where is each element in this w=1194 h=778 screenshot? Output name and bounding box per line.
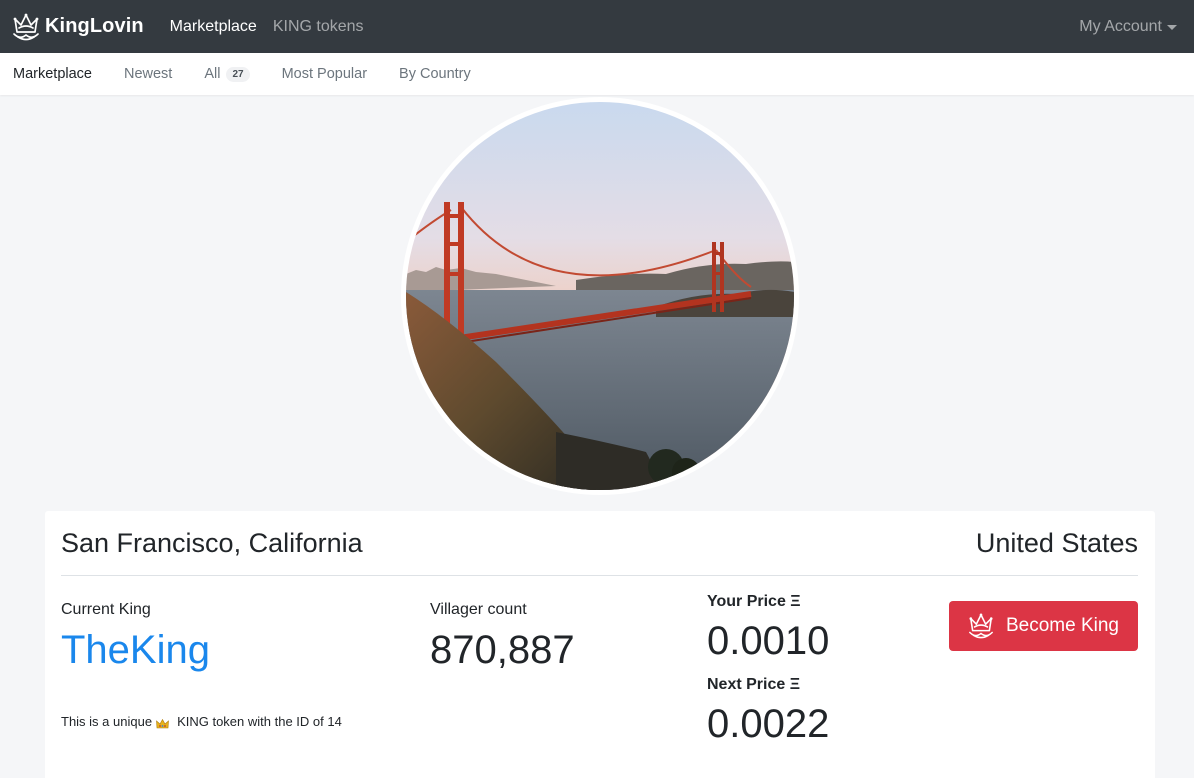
nav-king-tokens[interactable]: KING tokens	[273, 18, 364, 36]
subnav-by-country[interactable]: By Country	[399, 66, 471, 82]
current-king-label: Current King	[61, 601, 151, 618]
crown-icon	[12, 12, 40, 42]
description-prefix: This is a unique	[61, 714, 153, 729]
next-price-label: Next Price Ξ	[707, 676, 801, 693]
brand-logo-link[interactable]: KingLovin	[12, 12, 144, 42]
description-suffix: KING token with the ID of 14	[177, 714, 342, 729]
become-king-button[interactable]: Become King	[949, 601, 1138, 651]
all-count-badge: 27	[226, 66, 250, 82]
sub-navbar: Marketplace Newest All 27 Most Popular B…	[0, 53, 1194, 95]
current-king-link[interactable]: TheKing	[61, 628, 210, 673]
subnav-most-popular[interactable]: Most Popular	[282, 66, 367, 82]
your-price: 0.0010	[707, 619, 830, 663]
villager-count-label: Villager count	[430, 601, 527, 618]
brand-name: KingLovin	[45, 15, 144, 37]
your-price-label: Your Price Ξ	[707, 593, 801, 610]
next-price: 0.0022	[707, 702, 830, 746]
top-navbar: KingLovin Marketplace KING tokens My Acc…	[0, 0, 1194, 53]
subnav-marketplace[interactable]: Marketplace	[13, 66, 92, 82]
token-description: This is a unique KING token with the ID …	[61, 714, 342, 729]
subnav-all[interactable]: All 27	[204, 66, 250, 82]
subnav-newest[interactable]: Newest	[124, 66, 172, 82]
token-card: San Francisco, California United States …	[45, 511, 1155, 778]
my-account-dropdown[interactable]: My Account	[1079, 18, 1177, 36]
caret-down-icon	[1167, 25, 1177, 30]
crown-icon	[968, 612, 994, 640]
golden-gate-bridge-photo	[406, 102, 794, 490]
card-header: San Francisco, California United States	[61, 511, 1138, 576]
crown-emoji-icon	[156, 717, 169, 728]
villager-count: 870,887	[430, 628, 575, 672]
city-name: San Francisco, California	[61, 527, 363, 558]
become-king-label: Become King	[1005, 615, 1119, 636]
nav-marketplace[interactable]: Marketplace	[170, 18, 257, 36]
city-photo	[401, 97, 799, 495]
subnav-all-label: All	[204, 66, 221, 82]
my-account-label: My Account	[1079, 17, 1162, 35]
country-name: United States	[975, 527, 1138, 558]
